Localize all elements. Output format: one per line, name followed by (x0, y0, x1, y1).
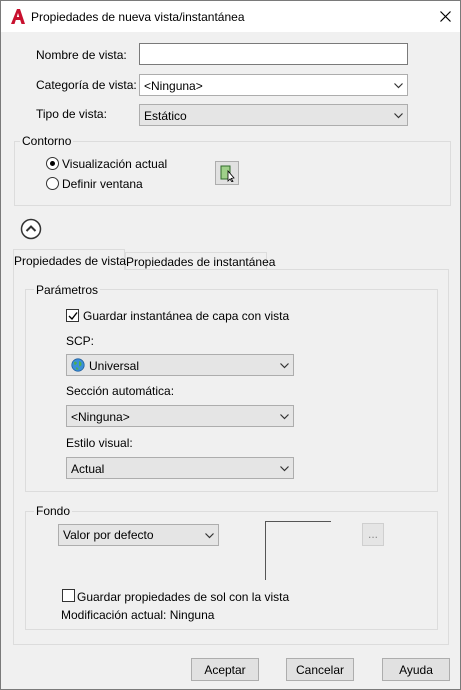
chevron-down-icon (394, 113, 403, 119)
define-window-button[interactable] (215, 161, 239, 185)
visual-style-value: Actual (71, 462, 105, 476)
current-override-text: Modificación actual: Ninguna (61, 608, 215, 622)
background-preview (265, 521, 331, 580)
visual-style-label: Estilo visual: (66, 436, 133, 450)
collapse-button[interactable] (20, 218, 42, 240)
view-name-input[interactable] (139, 43, 408, 65)
chevron-down-icon (205, 533, 214, 539)
save-layer-snapshot-label: Guardar instantánea de capa con vista (83, 309, 290, 323)
live-section-combobox[interactable]: <Ninguna> (66, 405, 294, 427)
view-type-value: Estático (144, 109, 187, 123)
settings-group-title: Parámetros (34, 283, 101, 297)
cancel-button[interactable]: Cancelar (286, 658, 354, 681)
chevron-down-icon (280, 363, 289, 369)
radio-current-display[interactable] (46, 157, 59, 170)
view-category-label: Categoría de vista: (36, 78, 137, 92)
close-button[interactable] (432, 5, 458, 27)
background-group-title: Fondo (34, 504, 73, 518)
ok-button[interactable]: Aceptar (191, 658, 259, 681)
live-section-label: Sección automática: (66, 384, 175, 398)
define-window-icon (220, 165, 235, 182)
background-browse-button[interactable]: ... (362, 523, 384, 546)
save-layer-snapshot-checkbox[interactable] (66, 309, 79, 322)
visual-style-combobox[interactable]: Actual (66, 457, 294, 479)
dialog-window: Propiedades de nueva vista/instantánea N… (0, 0, 461, 690)
background-value: Valor por defecto (63, 528, 154, 542)
view-category-combobox[interactable]: <Ninguna> (139, 74, 408, 96)
view-category-value: <Ninguna> (144, 79, 203, 93)
save-sun-properties-checkbox[interactable] (62, 589, 75, 602)
define-window-label: Definir ventana (62, 177, 143, 191)
radio-define-window[interactable] (46, 177, 59, 190)
view-type-label: Tipo de vista: (36, 107, 107, 121)
ucs-value: Universal (89, 359, 140, 373)
window-title: Propiedades de nueva vista/instantánea (31, 10, 245, 24)
checkmark-icon (68, 312, 78, 321)
chevron-down-icon (280, 466, 289, 472)
ucs-label: SCP: (66, 334, 95, 348)
help-button[interactable]: Ayuda (382, 658, 450, 681)
tab-view-properties[interactable]: Propiedades de vista (13, 249, 126, 270)
chevron-down-icon (394, 83, 403, 89)
autocad-a-icon (10, 8, 26, 25)
close-icon (440, 11, 451, 22)
boundary-group-title: Contorno (20, 134, 74, 148)
background-combobox[interactable]: Valor por defecto (58, 524, 219, 546)
view-name-label: Nombre de vista: (36, 48, 127, 62)
chevron-down-icon (280, 414, 289, 420)
ucs-combobox[interactable]: Universal (66, 354, 294, 376)
globe-icon (71, 358, 85, 372)
collapse-up-icon (20, 218, 42, 240)
tab-snapshot-properties[interactable]: Propiedades de instantánea (125, 252, 275, 269)
view-type-combobox[interactable]: Estático (139, 104, 408, 126)
live-section-value: <Ninguna> (71, 410, 130, 424)
title-bar: Propiedades de nueva vista/instantánea (1, 1, 460, 32)
save-sun-properties-label: Guardar propiedades de sol con la vista (77, 590, 290, 604)
current-display-label: Visualización actual (62, 157, 168, 171)
